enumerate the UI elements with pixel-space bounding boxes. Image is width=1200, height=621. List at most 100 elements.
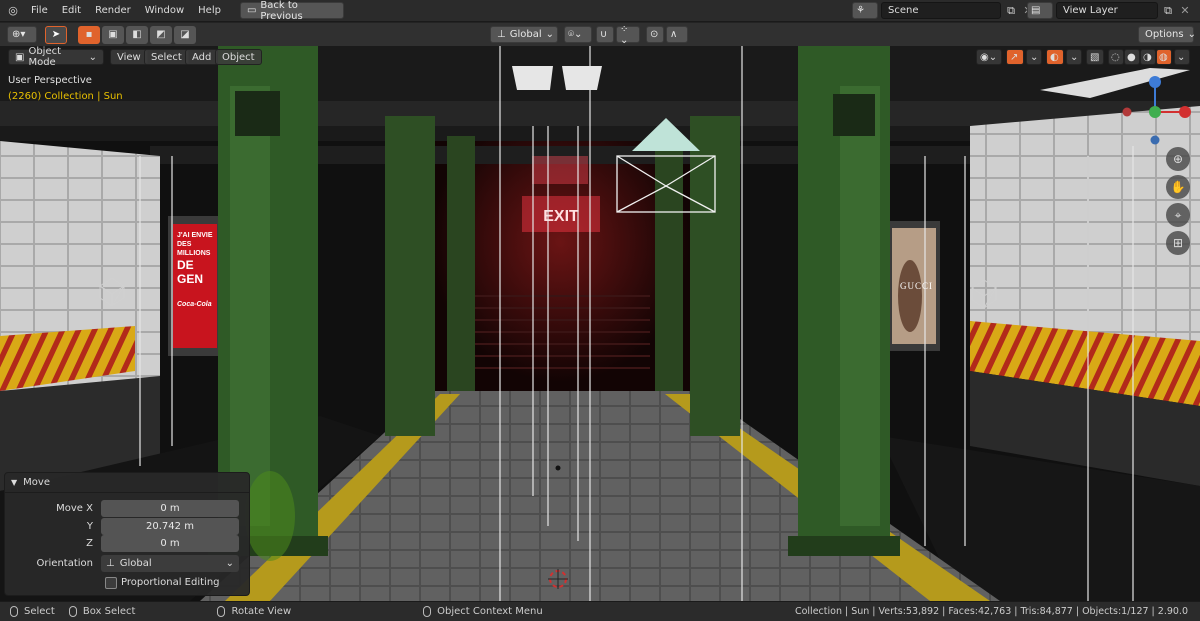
pillar-back-left-2	[447, 136, 475, 391]
mouse-right-icon	[423, 606, 432, 617]
tool-header: ⊕▾ ➤ ▪ ▣ ◧ ◩ ◪ ⊥ Global ⌄ ⌾⌄ ∪ ⁘⌄ ⊙ ∧ Op…	[0, 23, 1200, 46]
select-tool-button[interactable]: ➤	[45, 25, 67, 44]
camera-view-icon[interactable]: ⌖	[1166, 203, 1190, 227]
shading-material[interactable]: ◑	[1140, 49, 1156, 65]
pillar-back-left	[385, 116, 435, 436]
snap-grid-icon: ⁘⌄	[620, 23, 629, 46]
ceiling-lamp-1	[512, 66, 553, 90]
proportional-editing-checkbox[interactable]	[105, 576, 117, 589]
shading-wireframe[interactable]: ◌	[1108, 49, 1124, 65]
move-panel-header[interactable]: ▼ Move	[5, 473, 249, 493]
material-sphere-icon: ◑	[1143, 51, 1152, 63]
eye-icon: ◉⌄	[980, 51, 998, 63]
pivot-point-dropdown[interactable]: ⌾⌄	[564, 26, 592, 43]
mode-intersect-button[interactable]: ◪	[174, 25, 196, 44]
xray-icon: ▧	[1090, 51, 1100, 63]
chevron-down-icon: ⌄	[1187, 29, 1196, 40]
overlay-dropdown[interactable]: ⌄	[1066, 49, 1082, 65]
gizmo-toggle[interactable]: ↗	[1006, 49, 1024, 65]
chevron-down-icon: ⌄	[545, 29, 555, 40]
shading-rendered[interactable]: ◍	[1156, 49, 1172, 65]
zoom-icon[interactable]: ⊕	[1166, 147, 1190, 171]
overlay-toggle[interactable]: ◐	[1046, 49, 1064, 65]
editor-type-button[interactable]: ⊕▾	[7, 26, 37, 43]
collapse-triangle-icon[interactable]: ▼	[11, 478, 17, 487]
shading-solid[interactable]: ●	[1124, 49, 1140, 65]
add-menu[interactable]: Add	[185, 49, 219, 65]
perspective-grid-icon[interactable]: ⊞	[1166, 231, 1190, 255]
wireframe-sphere-icon: ◌	[1111, 51, 1120, 63]
object-menu[interactable]: Object	[215, 49, 262, 65]
layers-icon: ▤	[1031, 5, 1041, 16]
menu-render[interactable]: Render	[88, 0, 138, 22]
gizmo-icon: ↗	[1010, 51, 1019, 63]
axis-neg-x-icon[interactable]	[1122, 107, 1132, 117]
snap-target-dropdown[interactable]: ⁘⌄	[616, 23, 640, 46]
blender-logo-icon[interactable]: ◎	[6, 4, 20, 18]
orientation-label: Orientation	[36, 558, 93, 569]
view-layer-selector-button[interactable]: ▤	[1027, 2, 1053, 19]
chevron-down-icon: ⌄	[1070, 51, 1079, 63]
top-bar: ◎ File Edit Render Window Help ▭ Back to…	[0, 0, 1200, 22]
mode-new-button[interactable]: ▪	[78, 25, 100, 44]
view-menu[interactable]: View	[110, 49, 148, 65]
orientation-icon: ⊥	[106, 558, 115, 569]
screen-icon: ▭	[246, 5, 257, 16]
options-dropdown[interactable]: Options ⌄	[1138, 26, 1196, 43]
proportional-editing-toggle[interactable]: ⊙	[646, 26, 664, 43]
move-y-field[interactable]: 20.742 m	[101, 518, 239, 535]
axis-z-icon[interactable]	[1149, 76, 1161, 88]
menu-help[interactable]: Help	[191, 0, 228, 22]
move-x-field[interactable]: 0 m	[101, 500, 239, 517]
xray-toggle[interactable]: ▧	[1086, 49, 1104, 65]
overlay-icon: ◐	[1050, 51, 1059, 63]
axis-y-icon[interactable]	[1149, 106, 1161, 118]
menu-window[interactable]: Window	[138, 0, 191, 22]
shading-dropdown[interactable]: ⌄	[1174, 49, 1190, 65]
move-operator-panel[interactable]: ▼ Move Move X 0 m Y 20.742 m Z 0 m Orien…	[4, 472, 250, 596]
status-rotate-label: Rotate View	[231, 606, 292, 617]
move-x-label: Move X	[56, 503, 93, 514]
axis-neg-z-icon[interactable]	[1150, 135, 1160, 145]
new-view-layer-icon[interactable]: ⧉	[1161, 4, 1175, 18]
orientation-dropdown[interactable]: ⊥ Global ⌄	[101, 555, 239, 572]
scene-name-field[interactable]: Scene	[881, 2, 1001, 19]
pan-hand-icon[interactable]: ✋	[1166, 175, 1190, 199]
view-layer-name-field[interactable]: View Layer	[1056, 2, 1158, 19]
chevron-down-icon: ⌄	[88, 51, 97, 63]
right-poster-text: GUCCI	[900, 281, 934, 291]
chevron-down-icon: ⌄	[1030, 51, 1039, 63]
scene-selector-button[interactable]: ⚘	[852, 2, 878, 19]
menu-edit[interactable]: Edit	[55, 0, 88, 22]
mode-extend-button[interactable]: ▣	[102, 25, 124, 44]
move-z-field[interactable]: 0 m	[101, 535, 239, 552]
transform-orientation-dropdown[interactable]: ⊥ Global ⌄	[490, 26, 558, 43]
scene-statistics: Collection | Sun | Verts:53,892 | Faces:…	[794, 606, 1188, 617]
mode-subtract-button[interactable]: ◧	[126, 25, 148, 44]
left-poster-text: J'AI ENVIE DES MILLIONS DE GEN Coca-Cola	[177, 232, 213, 308]
new-scene-icon[interactable]: ⧉	[1004, 4, 1018, 18]
navigation-gizmo[interactable]	[1115, 72, 1195, 152]
3d-viewport-icon: ⊕▾	[12, 29, 26, 40]
mouse-middle-icon	[217, 606, 226, 617]
status-bar: Select Box Select Rotate View Object Con…	[0, 601, 1200, 621]
select-menu[interactable]: Select	[144, 49, 189, 65]
menu-file[interactable]: File	[24, 0, 55, 22]
visibility-dropdown[interactable]: ◉⌄	[976, 49, 1002, 65]
axis-x-icon[interactable]	[1179, 106, 1191, 118]
object-mode-dropdown[interactable]: ▣ Object Mode ⌄	[8, 46, 104, 68]
solid-sphere-icon: ●	[1127, 51, 1136, 63]
delete-view-layer-icon[interactable]: ✕	[1178, 4, 1192, 18]
select-subtract-icon: ◧	[132, 29, 142, 40]
ivy-left	[245, 471, 295, 561]
gizmo-dropdown[interactable]: ⌄	[1026, 49, 1042, 65]
view-perspective-label: User Perspective	[8, 75, 92, 86]
snap-toggle[interactable]: ∪	[596, 26, 614, 43]
mode-invert-button[interactable]: ◩	[150, 25, 172, 44]
orientation-icon: ⊥	[497, 29, 506, 40]
back-to-previous-button[interactable]: ▭ Back to Previous	[239, 0, 344, 22]
upper-sign-glow	[532, 156, 588, 184]
ceiling-lamp-2	[562, 66, 602, 90]
falloff-dropdown[interactable]: ∧	[666, 26, 688, 43]
mouse-left-icon	[10, 606, 18, 617]
